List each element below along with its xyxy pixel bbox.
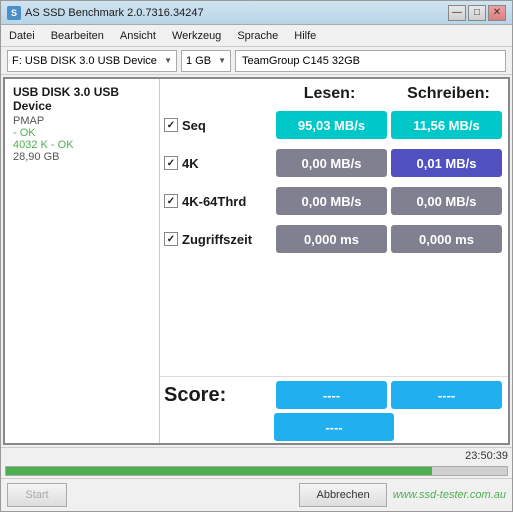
- menu-bar: Datei Bearbeiten Ansicht Werkzeug Sprach…: [1, 25, 512, 47]
- table-row: ✓ 4K 0,00 MB/s 0,01 MB/s: [164, 147, 504, 179]
- drive-dropdown-arrow: ▼: [164, 56, 172, 65]
- menu-datei[interactable]: Datei: [5, 28, 39, 44]
- progress-bar-fill: [6, 467, 432, 475]
- maximize-button[interactable]: □: [468, 5, 486, 21]
- title-bar: S AS SSD Benchmark 2.0.7316.34247 — □ ✕: [1, 1, 512, 25]
- close-button[interactable]: ✕: [488, 5, 506, 21]
- action-left: Start: [7, 483, 67, 507]
- access-read-cell: 0,000 ms: [276, 225, 387, 253]
- results-header: Lesen: Schreiben:: [160, 79, 508, 107]
- access-write-cell: 0,000 ms: [391, 225, 502, 253]
- 4k64-read-cell: 0,00 MB/s: [276, 187, 387, 215]
- menu-hilfe[interactable]: Hilfe: [290, 28, 320, 44]
- toolbar: F: USB DISK 3.0 USB Device ▼ 1 GB ▼ Team…: [1, 47, 512, 75]
- read-header: Lesen:: [270, 85, 389, 103]
- menu-sprache[interactable]: Sprache: [233, 28, 282, 44]
- title-buttons: — □ ✕: [448, 5, 506, 21]
- bottom-bar: 23:50:39: [1, 447, 512, 464]
- device-name-field[interactable]: TeamGroup C145 32GB: [235, 50, 506, 72]
- cancel-button[interactable]: Abbrechen: [299, 483, 386, 507]
- main-content: USB DISK 3.0 USB Device PMAP - OK 4032 K…: [3, 77, 510, 445]
- checkbox-4k64[interactable]: ✓: [164, 194, 178, 208]
- pmap-label: PMAP: [13, 115, 151, 127]
- size-dropdown-arrow: ▼: [218, 56, 226, 65]
- size-selector[interactable]: 1 GB ▼: [181, 50, 231, 72]
- row-label-seq: ✓ Seq: [164, 118, 274, 133]
- menu-ansicht[interactable]: Ansicht: [116, 28, 160, 44]
- status-ok1: - OK: [13, 127, 151, 139]
- timestamp: 23:50:39: [465, 450, 508, 462]
- checkbox-4k[interactable]: ✓: [164, 156, 178, 170]
- score-bottom: ----: [164, 413, 504, 441]
- write-header: Schreiben:: [389, 85, 508, 103]
- table-row: ✓ Seq 95,03 MB/s 11,56 MB/s: [164, 109, 504, 141]
- checkbox-seq[interactable]: ✓: [164, 118, 178, 132]
- score-section: Score: ---- ---- ----: [160, 376, 508, 443]
- progress-section: [1, 464, 512, 478]
- table-row: ✓ Zugriffszeit 0,000 ms 0,000 ms: [164, 223, 504, 255]
- seq-write-cell: 11,56 MB/s: [391, 111, 502, 139]
- disk-title: USB DISK 3.0 USB Device: [13, 85, 151, 113]
- action-bar: Start Abbrechen www.ssd-tester.com.au: [1, 478, 512, 511]
- device-name: TeamGroup C145 32GB: [242, 55, 360, 67]
- score-read-cell: ----: [276, 381, 387, 409]
- title-bar-left: S AS SSD Benchmark 2.0.7316.34247: [7, 6, 204, 20]
- progress-bar-container: [5, 466, 508, 476]
- size-label: 1 GB: [186, 55, 211, 67]
- app-window: S AS SSD Benchmark 2.0.7316.34247 — □ ✕ …: [0, 0, 513, 512]
- action-right: Abbrechen www.ssd-tester.com.au: [299, 483, 506, 507]
- app-icon: S: [7, 6, 21, 20]
- score-total-cell: ----: [274, 413, 394, 441]
- seq-read-cell: 95,03 MB/s: [276, 111, 387, 139]
- 4k64-write-cell: 0,00 MB/s: [391, 187, 502, 215]
- disk-size: 28,90 GB: [13, 151, 151, 163]
- row-label-4k64: ✓ 4K-64Thrd: [164, 194, 274, 209]
- score-label: Score:: [164, 384, 274, 407]
- drive-label: F: USB DISK 3.0 USB Device: [12, 55, 157, 67]
- checkbox-access[interactable]: ✓: [164, 232, 178, 246]
- score-write-cell: ----: [391, 381, 502, 409]
- 4k-read-cell: 0,00 MB/s: [276, 149, 387, 177]
- bench-table: ✓ Seq 95,03 MB/s 11,56 MB/s ✓ 4K 0,00 MB…: [160, 107, 508, 376]
- menu-bearbeiten[interactable]: Bearbeiten: [47, 28, 108, 44]
- drive-selector[interactable]: F: USB DISK 3.0 USB Device ▼: [7, 50, 177, 72]
- row-label-4k: ✓ 4K: [164, 156, 274, 171]
- minimize-button[interactable]: —: [448, 5, 466, 21]
- status-ok2: 4032 K - OK: [13, 139, 151, 151]
- table-row: ✓ 4K-64Thrd 0,00 MB/s 0,00 MB/s: [164, 185, 504, 217]
- watermark: www.ssd-tester.com.au: [393, 489, 506, 501]
- right-panel: Lesen: Schreiben: ✓ Seq 95,03 MB/s 11,56…: [160, 79, 508, 443]
- 4k-write-cell: 0,01 MB/s: [391, 149, 502, 177]
- row-label-access: ✓ Zugriffszeit: [164, 232, 274, 247]
- start-button[interactable]: Start: [7, 483, 67, 507]
- score-row: Score: ---- ----: [164, 381, 504, 409]
- window-title: AS SSD Benchmark 2.0.7316.34247: [25, 7, 204, 19]
- left-panel: USB DISK 3.0 USB Device PMAP - OK 4032 K…: [5, 79, 160, 443]
- menu-werkzeug[interactable]: Werkzeug: [168, 28, 225, 44]
